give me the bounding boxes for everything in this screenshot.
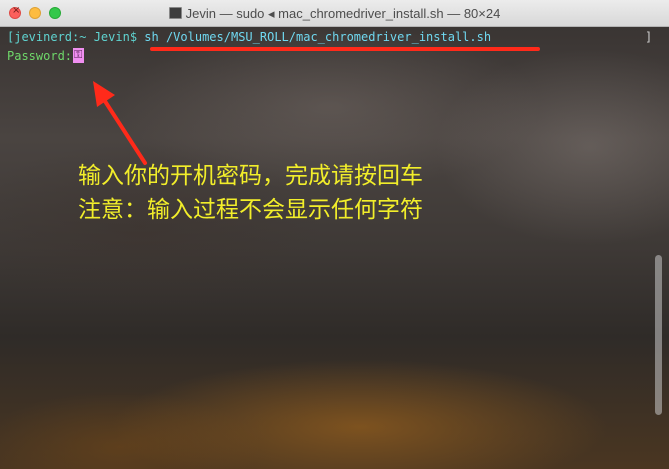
password-label: Password:	[7, 49, 73, 63]
shell-prompt: jevinerd:~ Jevin$	[14, 30, 145, 44]
terminal-window: × Jevin — sudo ◂ mac_chromedriver_instal…	[0, 0, 669, 469]
scrollbar-thumb[interactable]	[655, 255, 662, 415]
terminal-icon	[168, 7, 182, 19]
key-cursor: ⚿	[73, 48, 85, 63]
instruction-line-1: 输入你的开机密码，完成请按回车	[78, 163, 423, 189]
password-line[interactable]: Password: ⚿	[7, 48, 85, 64]
window-title-text: Jevin — sudo ◂ mac_chromedriver_install.…	[185, 6, 501, 21]
scrollbar[interactable]	[652, 27, 664, 469]
key-icon: ⚿	[74, 48, 83, 61]
command-underline	[150, 47, 540, 51]
title-bar[interactable]: × Jevin — sudo ◂ mac_chromedriver_instal…	[0, 0, 669, 27]
window-title: Jevin — sudo ◂ mac_chromedriver_install.…	[0, 6, 669, 22]
terminal-content[interactable]: [jevinerd:~ Jevin$ sh /Volumes/MSU_ROLL/…	[0, 27, 669, 469]
shell-command: sh /Volumes/MSU_ROLL/mac_chromedriver_in…	[144, 30, 492, 44]
command-line: [jevinerd:~ Jevin$ sh /Volumes/MSU_ROLL/…	[7, 30, 491, 45]
instruction-line-2: 注意：输入过程不会显示任何字符	[78, 197, 423, 223]
